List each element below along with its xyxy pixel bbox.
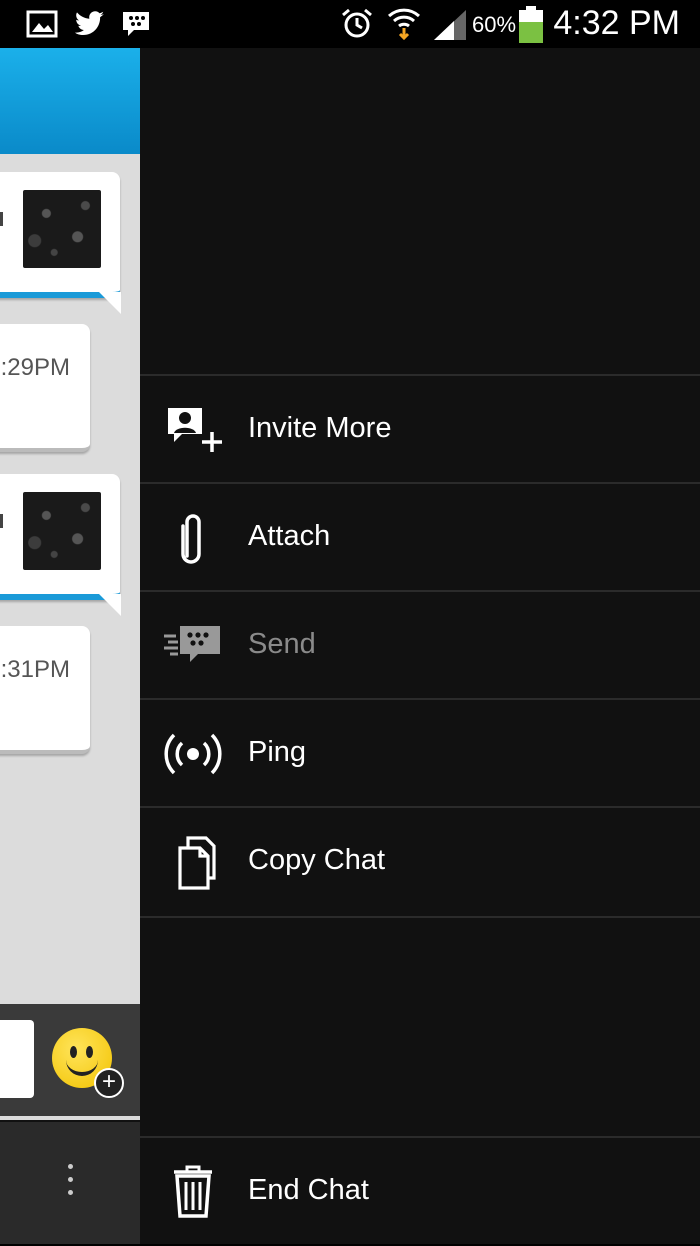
message-bubble-image[interactable] — [0, 172, 121, 314]
alarm-icon — [340, 6, 374, 45]
menu-item-label: End Chat — [248, 1174, 369, 1206]
message-bubble-text[interactable]: :31PM — [0, 626, 90, 754]
image-thumbnail[interactable] — [23, 492, 101, 570]
bbm-send-icon — [162, 618, 224, 674]
menu-item-label: Copy Chat — [248, 844, 386, 876]
ping-icon — [162, 726, 224, 782]
paperclip-icon — [162, 510, 224, 566]
emoticon-button[interactable]: + — [52, 1028, 124, 1098]
image-thumbnail[interactable] — [23, 190, 101, 268]
wifi-icon — [386, 4, 422, 45]
menu-item-ping[interactable]: Ping — [140, 698, 700, 808]
chat-pane: :29PM :31PM + — [0, 48, 140, 1244]
message-input[interactable] — [0, 1020, 34, 1098]
add-icon: + — [94, 1068, 124, 1098]
menu-item-end-chat[interactable]: End Chat — [140, 1136, 700, 1246]
menu-item-invite-more[interactable]: Invite More — [140, 374, 700, 484]
trash-icon — [162, 1164, 224, 1220]
chat-menu: Invite More Attach Send Ping Copy Chat E… — [140, 48, 700, 1244]
message-bubble-text[interactable]: :29PM — [0, 324, 90, 452]
menu-item-send[interactable]: Send — [140, 590, 700, 700]
menu-item-copy-chat[interactable]: Copy Chat — [140, 806, 700, 918]
signal-icon — [432, 8, 468, 47]
chat-input-bar: + — [0, 1004, 140, 1116]
message-time: :31PM — [0, 656, 70, 683]
chat-header[interactable] — [0, 48, 140, 154]
status-bar: 60% 4:32 PM — [0, 0, 700, 48]
copy-icon — [162, 834, 224, 890]
invite-icon — [162, 402, 224, 458]
menu-item-label: Attach — [248, 520, 331, 552]
menu-item-label: Invite More — [248, 412, 392, 444]
gallery-icon — [26, 10, 58, 43]
message-time: :29PM — [0, 354, 70, 381]
battery-percent: 60% — [472, 12, 517, 37]
menu-item-label: Ping — [248, 736, 307, 768]
overflow-menu-icon[interactable] — [68, 1164, 74, 1203]
bottom-action-bar — [0, 1120, 140, 1244]
message-bubble-image[interactable] — [0, 474, 121, 616]
menu-item-label: Send — [248, 628, 316, 660]
menu-item-attach[interactable]: Attach — [140, 482, 700, 592]
battery-icon — [518, 6, 544, 49]
bbm-icon — [120, 10, 152, 43]
twitter-icon — [74, 10, 106, 43]
clock: 4:32 PM — [553, 4, 680, 42]
